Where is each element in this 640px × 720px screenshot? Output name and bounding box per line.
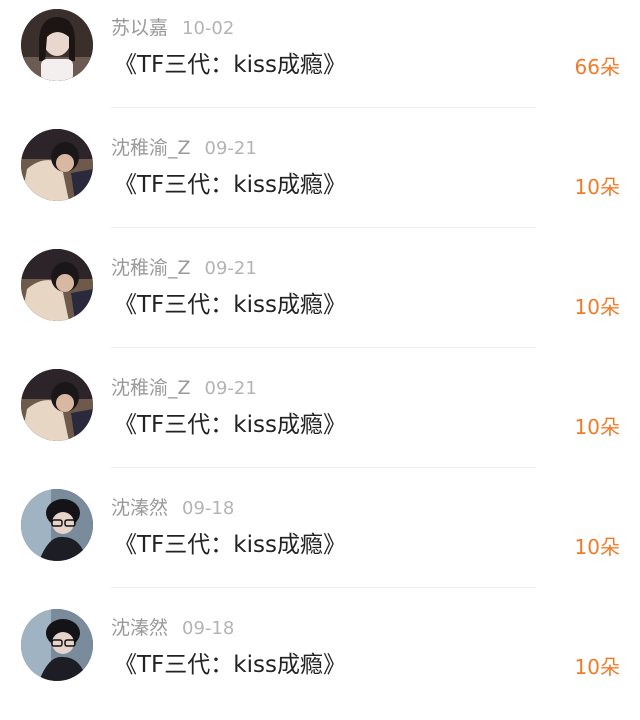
flower-count: 10朵	[574, 655, 620, 679]
book-title[interactable]: 《TF三代：kiss成瘾》	[114, 408, 346, 442]
user-avatar-icon	[21, 129, 93, 201]
list-item[interactable]: 沈稚渝_Z 09-21 《TF三代：kiss成瘾》 10朵	[0, 240, 640, 360]
username[interactable]: 沈稚渝_Z	[111, 377, 191, 399]
book-title[interactable]: 《TF三代：kiss成瘾》	[114, 648, 346, 682]
list-item[interactable]: 沈稚渝_Z 09-21 《TF三代：kiss成瘾》 10朵	[0, 360, 640, 480]
username[interactable]: 沈稚渝_Z	[111, 137, 191, 159]
divider	[111, 467, 536, 468]
flower-count: 10朵	[574, 175, 620, 199]
username[interactable]: 沈稚渝_Z	[111, 257, 191, 279]
item-meta: 沈稚渝_Z 09-21	[111, 134, 257, 162]
divider	[111, 347, 536, 348]
book-title[interactable]: 《TF三代：kiss成瘾》	[114, 168, 346, 202]
user-avatar[interactable]	[21, 129, 93, 201]
item-date: 09-18	[182, 498, 235, 519]
user-avatar[interactable]	[21, 369, 93, 441]
username[interactable]: 苏以嘉	[111, 17, 168, 39]
divider	[111, 587, 536, 588]
item-date: 09-21	[204, 138, 257, 159]
user-avatar-icon	[21, 369, 93, 441]
item-date: 09-21	[204, 258, 257, 279]
book-title[interactable]: 《TF三代：kiss成瘾》	[114, 48, 346, 82]
user-avatar-icon	[21, 489, 93, 561]
user-avatar[interactable]	[21, 249, 93, 321]
divider	[111, 227, 536, 228]
item-date: 09-18	[182, 618, 235, 639]
book-title[interactable]: 《TF三代：kiss成瘾》	[114, 288, 346, 322]
username[interactable]: 沈溱然	[111, 617, 168, 639]
item-meta: 沈稚渝_Z 09-21	[111, 254, 257, 282]
user-avatar-icon	[21, 609, 93, 681]
user-avatar[interactable]	[21, 9, 93, 81]
item-date: 10-02	[182, 18, 235, 39]
user-avatar-icon	[21, 9, 93, 81]
item-meta: 沈稚渝_Z 09-21	[111, 374, 257, 402]
gift-record-list: 苏以嘉 10-02 《TF三代：kiss成瘾》 66朵 沈稚渝_Z 09-21 《T…	[0, 0, 640, 709]
flower-count: 10朵	[574, 295, 620, 319]
item-meta: 沈溱然 09-18	[111, 614, 234, 642]
user-avatar-icon	[21, 249, 93, 321]
username[interactable]: 沈溱然	[111, 497, 168, 519]
book-title[interactable]: 《TF三代：kiss成瘾》	[114, 528, 346, 562]
list-item[interactable]: 沈溱然 09-18 《TF三代：kiss成瘾》 10朵	[0, 480, 640, 600]
flower-count: 10朵	[574, 415, 620, 439]
list-item[interactable]: 沈溱然 09-18 《TF三代：kiss成瘾》 10朵	[0, 600, 640, 720]
flower-count: 66朵	[574, 55, 620, 79]
list-item[interactable]: 苏以嘉 10-02 《TF三代：kiss成瘾》 66朵	[0, 0, 640, 120]
user-avatar[interactable]	[21, 489, 93, 561]
divider	[111, 107, 536, 108]
flower-count: 10朵	[574, 535, 620, 559]
list-item[interactable]: 沈稚渝_Z 09-21 《TF三代：kiss成瘾》 10朵	[0, 120, 640, 240]
item-meta: 沈溱然 09-18	[111, 494, 234, 522]
item-meta: 苏以嘉 10-02	[111, 14, 234, 42]
item-date: 09-21	[204, 378, 257, 399]
user-avatar[interactable]	[21, 609, 93, 681]
